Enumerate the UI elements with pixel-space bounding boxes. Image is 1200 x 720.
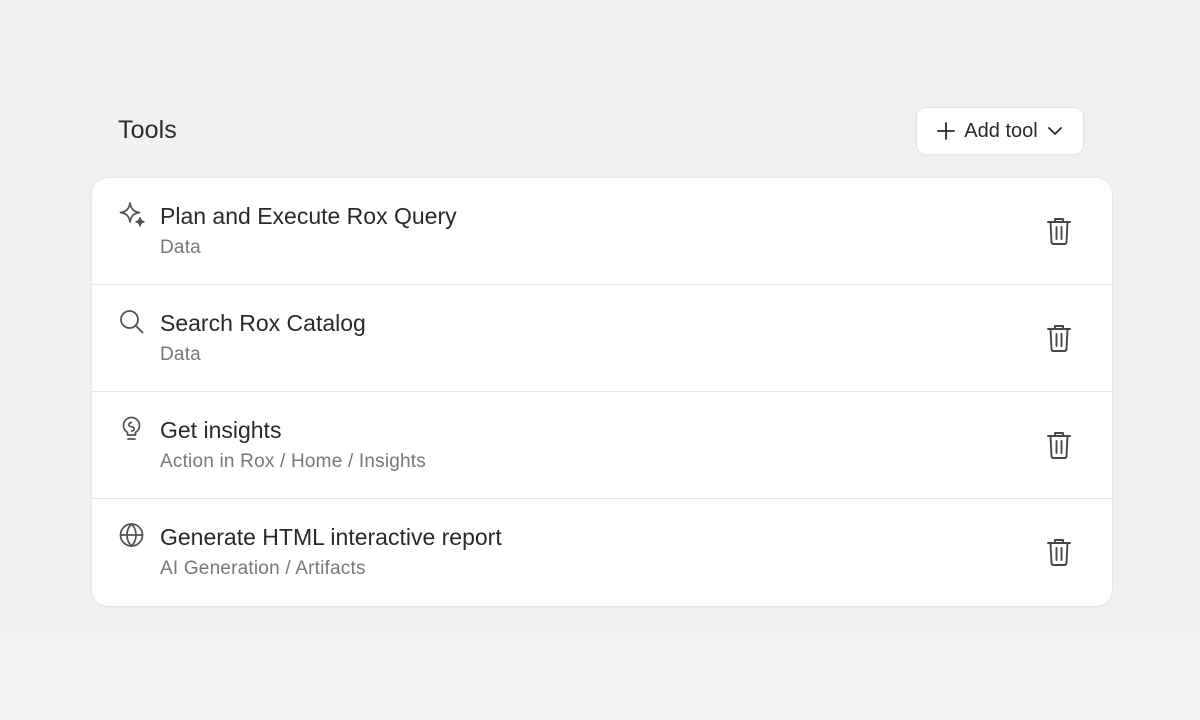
tools-section: Tools Add tool Plan and Execute Rox Quer… [92,106,1112,606]
plus-icon [936,121,956,141]
tool-row[interactable]: Get insights Action in Rox / Home / Insi… [92,392,1112,499]
trash-icon[interactable] [1046,537,1074,567]
lightbulb-icon [118,415,146,443]
footer-band [0,630,1200,720]
tool-category: AI Generation / Artifacts [160,558,366,579]
tool-name: Get insights [160,417,282,443]
tool-category: Action in Rox / Home / Insights [160,451,426,472]
tools-header: Tools Add tool [92,106,1112,158]
sparkle-icon [118,201,146,229]
search-icon [118,308,146,336]
tool-row[interactable]: Generate HTML interactive report AI Gene… [92,499,1112,606]
tool-name: Generate HTML interactive report [160,524,502,550]
tool-row[interactable]: Plan and Execute Rox Query Data [92,178,1112,285]
trash-icon[interactable] [1046,430,1074,460]
trash-icon[interactable] [1046,323,1074,353]
tool-name: Search Rox Catalog [160,310,366,336]
tools-list: Plan and Execute Rox Query Data Search R… [92,178,1112,606]
tool-row[interactable]: Search Rox Catalog Data [92,285,1112,392]
tool-name: Plan and Execute Rox Query [160,203,457,229]
section-title: Tools [118,116,177,144]
chevron-down-icon [1046,122,1064,140]
add-tool-button[interactable]: Add tool [916,107,1084,155]
tool-category: Data [160,344,201,365]
globe-icon [118,522,146,550]
add-tool-label: Add tool [964,119,1038,142]
tool-category: Data [160,237,201,258]
trash-icon[interactable] [1046,216,1074,246]
